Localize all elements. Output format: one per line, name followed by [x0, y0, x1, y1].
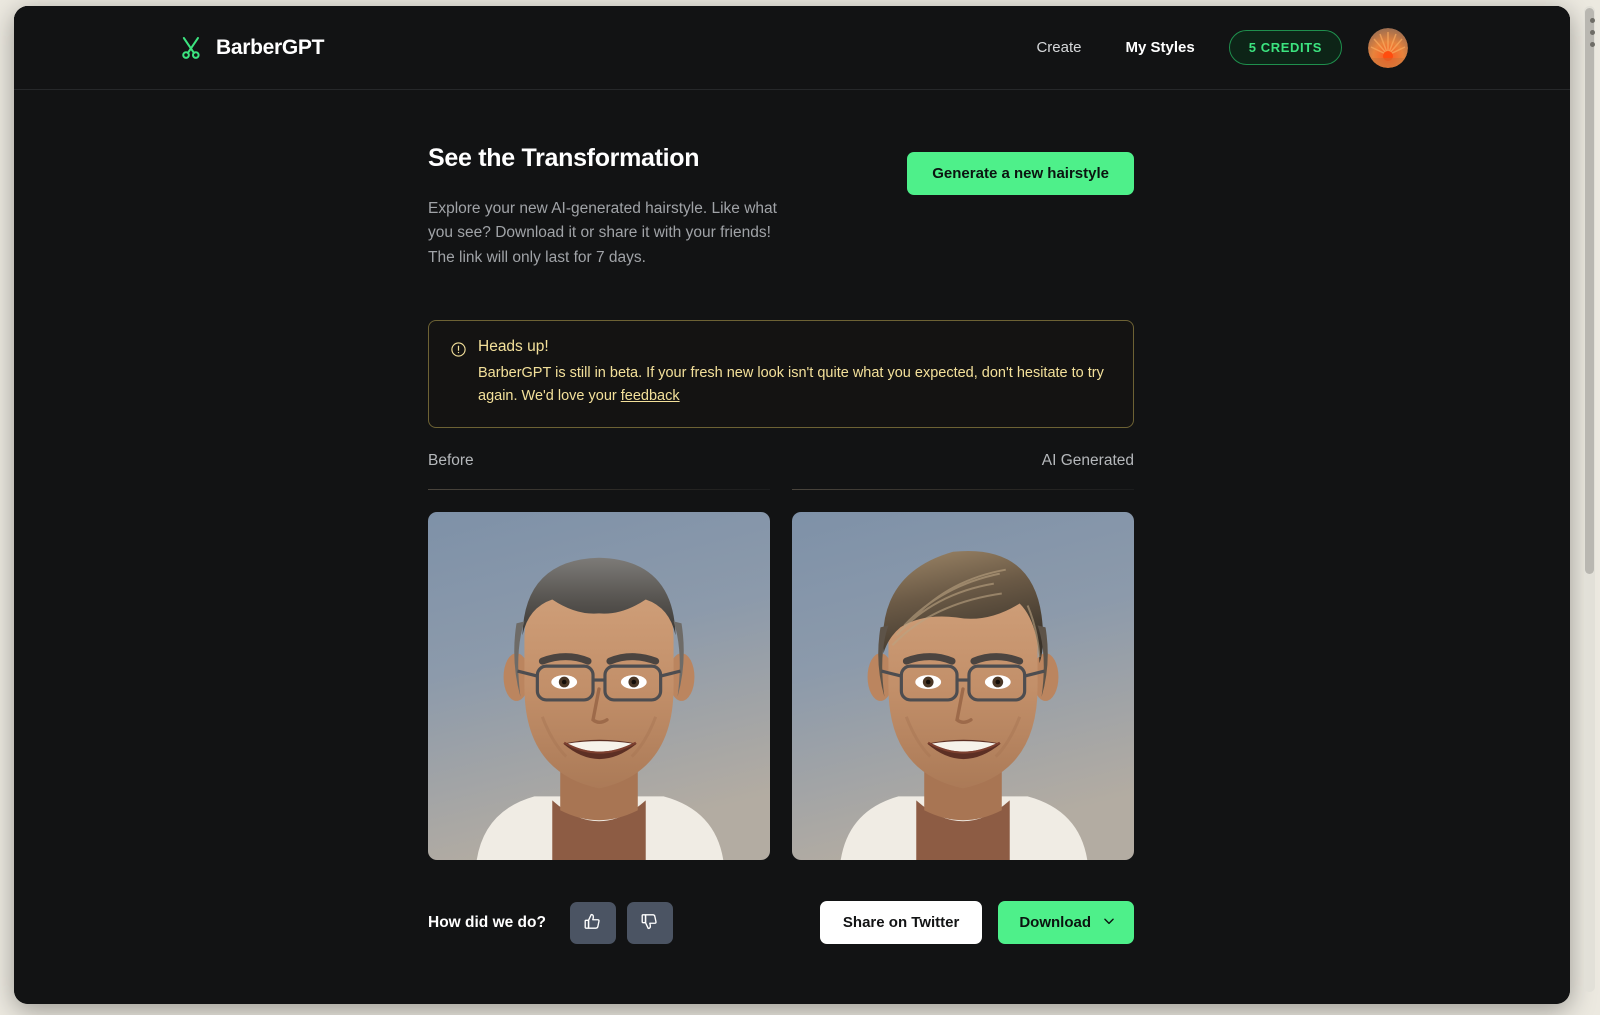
credits-badge[interactable]: 5 CREDITS: [1228, 30, 1342, 65]
window-dot: [1590, 42, 1595, 47]
compare-labels-row: Before AI Generated: [428, 452, 1134, 491]
share-on-twitter-button[interactable]: Share on Twitter: [819, 901, 983, 945]
intro-description: Explore your new AI-generated hairstyle.…: [428, 200, 777, 266]
before-divider: [428, 489, 770, 491]
brand-name: BarberGPT: [216, 35, 325, 59]
thumbs-down-icon: [640, 912, 659, 934]
scissors-icon: [179, 35, 205, 61]
page-title: See the Transformation: [428, 144, 700, 172]
nav-link-my-styles[interactable]: My Styles: [1103, 39, 1216, 56]
scrollbar-track[interactable]: [1584, 6, 1595, 992]
window-resize-dots: [1590, 18, 1595, 47]
brand-logo[interactable]: BarberGPT: [179, 35, 324, 61]
generate-new-hairstyle-button[interactable]: Generate a new hairstyle: [907, 152, 1134, 195]
ai-generated-label: AI Generated: [1041, 452, 1134, 470]
intro-text-block: See the Transformation Explore your new …: [428, 144, 780, 270]
nav-link-create[interactable]: Create: [1014, 39, 1103, 56]
window-dot: [1590, 30, 1595, 35]
thumbs-up-icon: [583, 912, 602, 934]
download-button[interactable]: Download: [998, 901, 1134, 945]
main-nav: Create My Styles 5 CREDITS: [1014, 27, 1408, 68]
compare-col-before: Before: [428, 452, 770, 491]
thumbs-down-button[interactable]: [626, 901, 673, 944]
main-content: See the Transformation Explore your new …: [14, 90, 1570, 945]
chevron-down-icon: [1102, 914, 1116, 932]
alert-title: Heads up!: [478, 338, 549, 356]
compare-col-after: AI Generated: [792, 452, 1134, 491]
site-header: BarberGPT Create My Styles 5 CREDITS: [14, 6, 1570, 90]
before-label: Before: [428, 452, 474, 470]
after-divider: [792, 489, 1134, 491]
actions-row: How did we do? Share on Twitter Download: [428, 901, 1134, 945]
window-dot: [1590, 18, 1595, 23]
before-photo[interactable]: [428, 512, 770, 861]
page-scroll-area[interactable]: BarberGPT Create My Styles 5 CREDITS See…: [14, 6, 1570, 1004]
thumbs-up-button[interactable]: [569, 901, 616, 944]
scrollbar-thumb[interactable]: [1585, 8, 1594, 574]
ai-generated-photo[interactable]: [792, 512, 1134, 861]
exclamation-circle-icon: [450, 341, 467, 407]
feedback-link[interactable]: feedback: [621, 388, 680, 404]
images-row: [428, 512, 1134, 861]
download-button-label: Download: [1019, 914, 1091, 932]
alert-body-text: BarberGPT is still in beta. If your fres…: [478, 365, 1104, 404]
beta-alert: Heads up! BarberGPT is still in beta. If…: [428, 320, 1134, 429]
avatar[interactable]: [1368, 27, 1408, 68]
alert-text-block: Heads up! BarberGPT is still in beta. If…: [478, 338, 1111, 407]
intro-row: See the Transformation Explore your new …: [428, 144, 1134, 270]
alert-body: BarberGPT is still in beta. If your fres…: [478, 362, 1111, 407]
feedback-prompt-label: How did we do?: [428, 913, 546, 931]
browser-window: BarberGPT Create My Styles 5 CREDITS See…: [14, 6, 1570, 1004]
